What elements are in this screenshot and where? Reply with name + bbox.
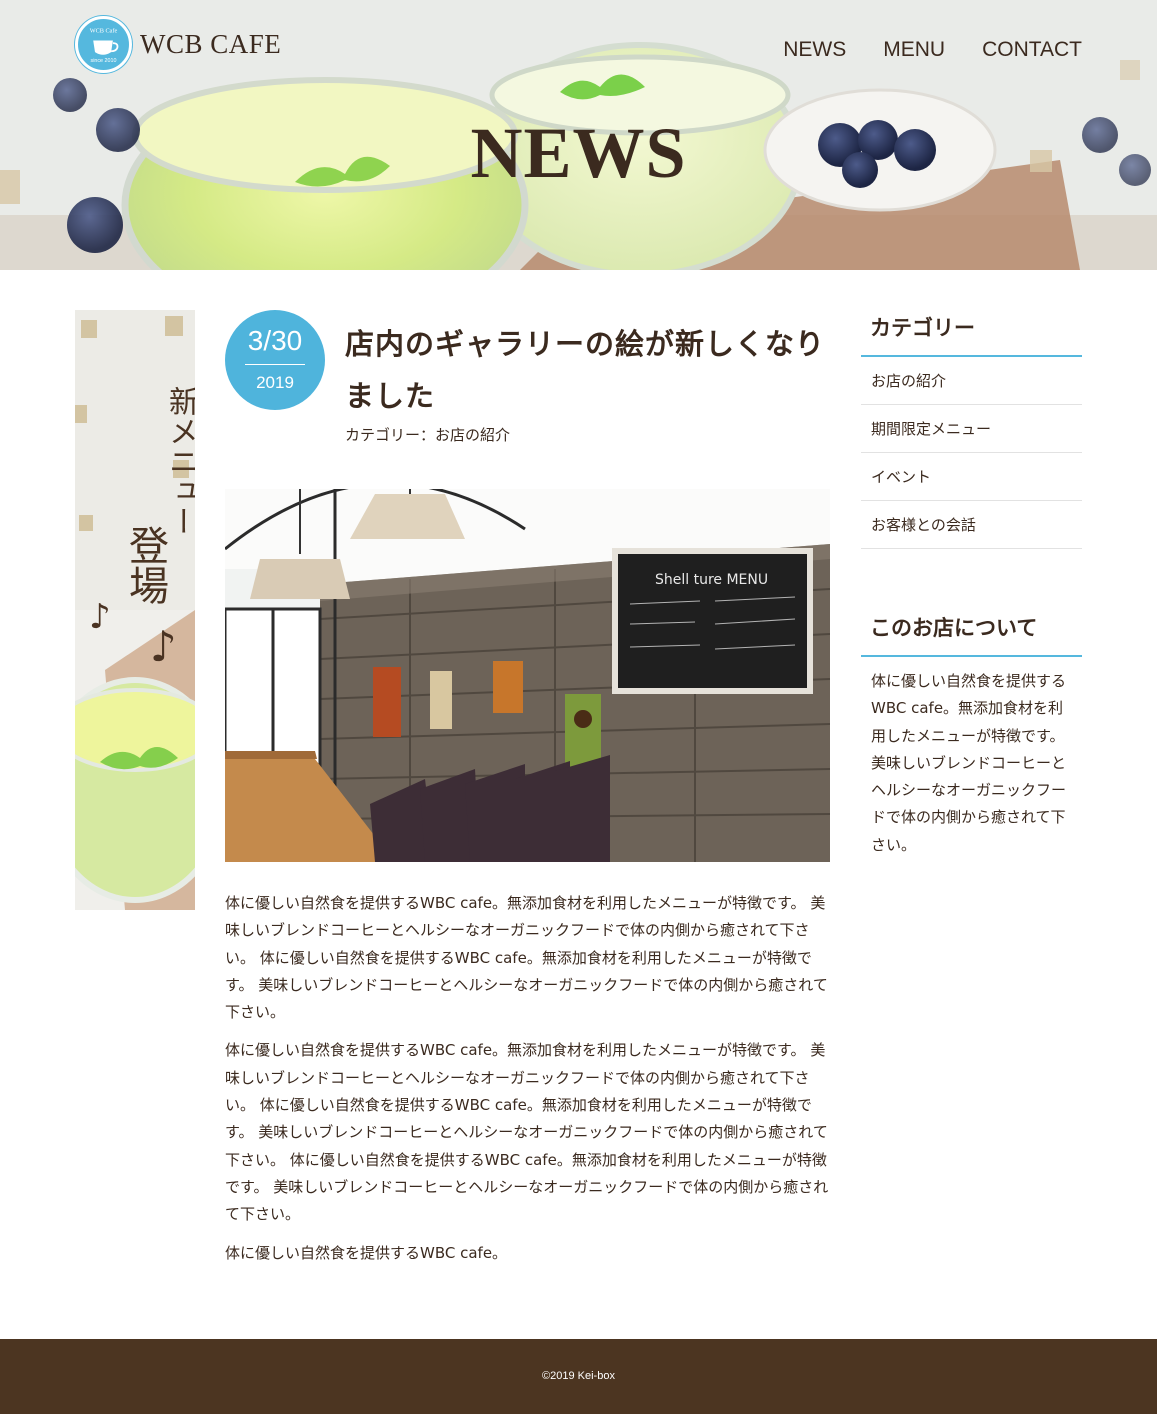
nav-contact[interactable]: CONTACT xyxy=(982,38,1082,62)
svg-text:WCB Cafe: WCB Cafe xyxy=(90,27,118,34)
svg-text:Shell ture MENU: Shell ture MENU xyxy=(655,572,768,588)
article-body: 体に優しい自然食を提供するWBC cafe。無添加食材を利用したメニューが特徴で… xyxy=(225,890,830,1278)
sidebar-category-heading: カテゴリー xyxy=(861,312,1082,357)
category-item-event[interactable]: イベント xyxy=(861,453,1082,501)
category-item-limited-menu[interactable]: 期間限定メニュー xyxy=(861,405,1082,453)
post-date-month-day: 3/30 xyxy=(247,325,303,356)
article-title: 店内のギャラリーの絵が新しくなりました xyxy=(345,327,826,413)
post-date-badge: 3/30 2019 xyxy=(225,310,325,410)
nav-menu[interactable]: MENU xyxy=(883,38,945,62)
date-divider xyxy=(245,364,305,365)
article-photo: Shell ture MENU xyxy=(225,489,830,862)
article-paragraph: 体に優しい自然食を提供するWBC cafe。 xyxy=(225,1243,508,1262)
logo-text: WCB CAFE xyxy=(140,29,282,59)
svg-text:since 2010: since 2010 xyxy=(91,58,117,64)
sidebar-about-heading: このお店について xyxy=(861,612,1082,657)
article-paragraph: 体に優しい自然食を提供するWBC cafe。無添加食材を利用したメニューが特徴で… xyxy=(225,1041,829,1224)
post-date-year: 2019 xyxy=(256,373,294,392)
copyright-text: ©2019 Kei-box xyxy=(542,1370,615,1382)
site-footer: ©2019 Kei-box xyxy=(0,1339,1157,1414)
main-nav: NEWS MENU CONTACT xyxy=(783,38,1082,62)
page-title: NEWS xyxy=(470,113,687,193)
hero-header: WCB Cafe since 2010 WCB CAFE NEWS MENU C… xyxy=(0,0,1157,270)
music-note-icon: ♪ xyxy=(150,622,177,671)
new-menu-banner[interactable]: 新メニュー 登場 登場 ♪ ♪ xyxy=(75,310,195,910)
article-paragraph: 体に優しい自然食を提供するWBC cafe。無添加食材を利用したメニューが特徴で… xyxy=(225,894,828,1022)
nav-news[interactable]: NEWS xyxy=(783,38,846,62)
article-category[interactable]: カテゴリー：お店の紹介 xyxy=(345,424,510,445)
cafe-interior-image: Shell ture MENU xyxy=(225,489,830,862)
category-list: お店の紹介 期間限定メニュー イベント お客様との会話 xyxy=(861,357,1082,549)
cup-icon: WCB Cafe since 2010 xyxy=(90,27,119,64)
category-item-shop-intro[interactable]: お店の紹介 xyxy=(861,357,1082,405)
logo-badge: WCB Cafe since 2010 xyxy=(75,16,132,73)
banner-headline-big: 登場 xyxy=(122,525,168,605)
site-logo[interactable]: WCB Cafe since 2010 WCB CAFE xyxy=(75,16,281,73)
music-note-icon: ♪ xyxy=(89,597,111,637)
category-item-customer-talk[interactable]: お客様との会話 xyxy=(861,501,1082,549)
sidebar-about-text: 体に優しい自然食を提供するWBC cafe。無添加食材を利用したメニューが特徴で… xyxy=(871,672,1067,854)
